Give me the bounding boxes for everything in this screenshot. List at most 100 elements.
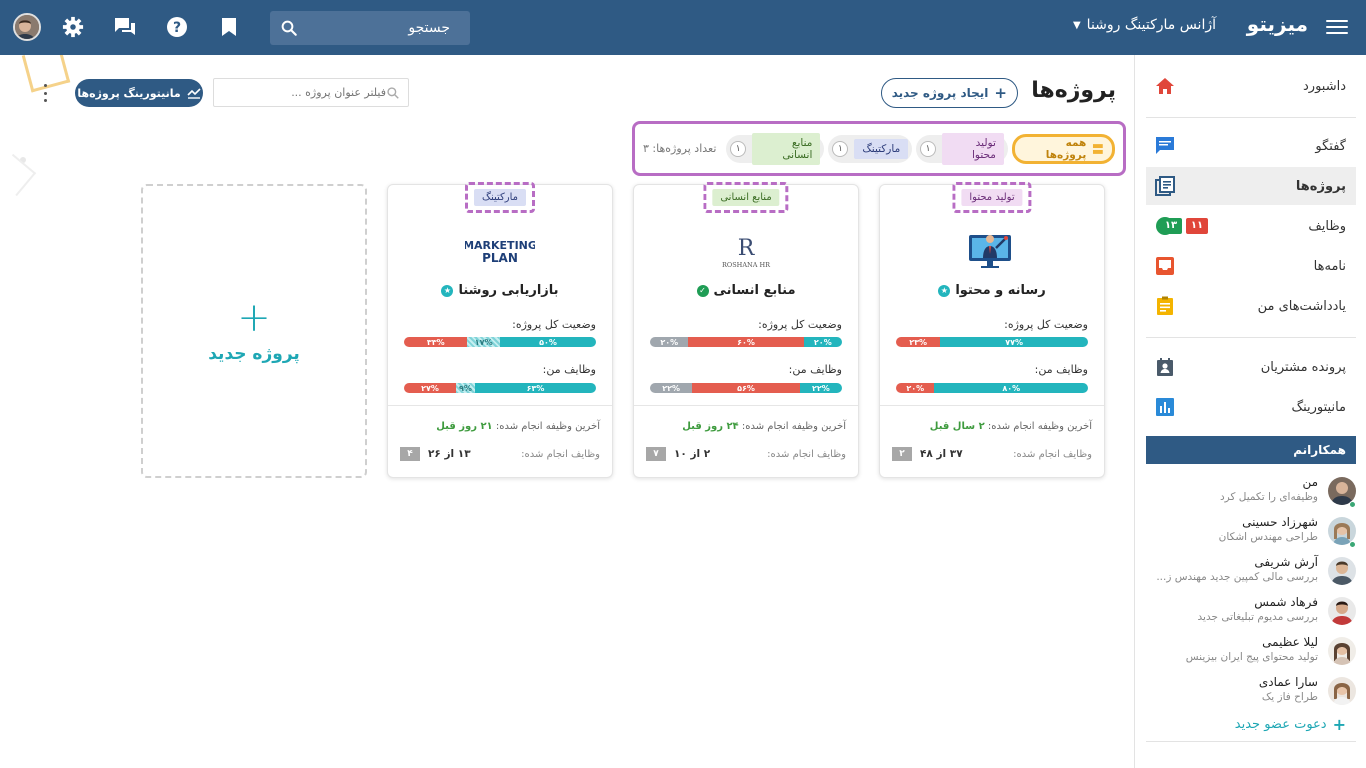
chip-label: همه پروژه‌ها	[1045, 136, 1087, 161]
avatar	[1328, 637, 1356, 665]
layers-icon	[1093, 143, 1104, 154]
contact-icon	[1154, 356, 1176, 378]
done-tasks-label: وظایف انجام شده:	[1013, 448, 1092, 460]
card-footer: وظایف انجام شده: ۲ از ۱۰ ۷	[646, 447, 846, 461]
colleague-name: من	[1302, 475, 1318, 489]
project-logo: MARKETING PLAN	[465, 229, 535, 273]
progress-segment: ۳۳%	[404, 337, 468, 347]
divider	[1146, 117, 1356, 118]
project-name: بازاریابی روشنا	[458, 283, 559, 298]
sidebar-item-label: گفتگو	[1315, 138, 1346, 154]
project-card[interactable]: مارکتینگ MARKETING PLAN بازاریابی روشنا …	[387, 182, 613, 478]
last-task: آخرین وظیفه انجام شده: ۲۱ روز قبل	[436, 421, 600, 432]
chart-line-icon	[187, 88, 201, 99]
new-project-card-label: پروژه جدید	[208, 344, 300, 364]
divider	[880, 405, 1104, 406]
chip-human-resources[interactable]: منابع انسانی ۱	[726, 132, 825, 165]
progress-segment: ۱۷%	[467, 337, 500, 347]
project-number: ۷	[646, 447, 666, 461]
chip-content-production[interactable]: تولید محتوا ۱	[916, 132, 1008, 165]
project-card[interactable]: تولید محتوا رسانه و محتوا ★ وضعیت کل پرو…	[879, 182, 1105, 478]
menu-icon[interactable]	[1326, 16, 1348, 38]
progress-segment: ۲۲%	[799, 383, 842, 393]
colleague-name: سارا عمادی	[1258, 675, 1318, 689]
logo-text: PLAN	[482, 251, 518, 265]
project-card[interactable]: منابع انسانی R ROSHANA HR منابع انسانی ✓…	[633, 182, 859, 478]
project-filter-input[interactable]	[222, 86, 386, 99]
last-task: آخرین وظیفه انجام شده: ۲ سال قبل	[930, 421, 1092, 432]
chip-marketing[interactable]: مارکتینگ ۱	[828, 134, 913, 163]
sidebar: داشبورد گفتگو پروژه‌ها وظایف ۱۱ ۱۳ نامه‌…	[1134, 55, 1366, 768]
help-icon[interactable]: ?	[164, 14, 190, 40]
category-label: منابع انسانی	[712, 189, 780, 206]
top-bar: میزیتو آژانس مارکتینگ روشنا ▼ جستجو ?	[0, 0, 1366, 55]
user-avatar[interactable]	[13, 13, 41, 41]
chip-count: ۱	[730, 140, 746, 157]
sidebar-item-label: مانیتورینگ	[1291, 399, 1346, 415]
colleague-item[interactable]: فرهاد شمس بررسی مدیوم تبلیغاتی جدید	[1146, 593, 1356, 633]
invite-member-link[interactable]: + دعوت عضو جدید	[1235, 715, 1346, 734]
colleague-activity: تولید محتوای پیج ایران بیزینس	[1185, 651, 1318, 663]
project-status-bar: ۲۰% ۶۰% ۲۰%	[650, 337, 842, 347]
colleague-activity: طراحی مهندس اشکان	[1218, 531, 1318, 543]
brand-logo[interactable]: میزیتو	[1247, 12, 1308, 36]
sidebar-item-chat[interactable]: گفتگو	[1146, 127, 1356, 165]
project-logo	[957, 229, 1027, 273]
card-footer: وظایف انجام شده: ۳۷ از ۴۸ ۲	[892, 447, 1092, 461]
colleague-item[interactable]: لیلا عظیمی تولید محتوای پیج ایران بیزینس	[1146, 633, 1356, 673]
progress-segment: ۶۰%	[688, 337, 804, 347]
project-title: منابع انسانی ✓	[634, 283, 858, 298]
category-filter-bar: همه پروژه‌ها تولید محتوا ۱ مارکتینگ ۱ من…	[632, 121, 1126, 176]
progress-segment: ۸۰%	[934, 383, 1088, 393]
project-monitoring-label: مانیتورینگ پروژه‌ها	[77, 86, 181, 100]
sidebar-item-dashboard[interactable]: داشبورد	[1146, 67, 1356, 105]
category-tag: مارکتینگ	[465, 182, 535, 213]
sidebar-item-tasks[interactable]: وظایف ۱۱ ۱۳	[1146, 207, 1356, 245]
bookmark-icon[interactable]	[216, 14, 242, 40]
new-project-button[interactable]: + ایجاد پروژه جدید	[880, 78, 1018, 108]
project-filter[interactable]	[213, 78, 409, 107]
colleague-item[interactable]: شهرزاد حسینی طراحی مهندس اشکان	[1146, 513, 1356, 553]
new-project-label: ایجاد پروژه جدید	[891, 86, 989, 100]
sidebar-item-label: پروژه‌ها	[1295, 178, 1346, 194]
new-project-card[interactable]: + پروژه جدید	[141, 184, 367, 478]
plus-icon: +	[994, 84, 1007, 102]
plus-icon: +	[1332, 715, 1346, 734]
category-label: تولید محتوا	[961, 189, 1023, 206]
search-input[interactable]: جستجو	[298, 20, 450, 36]
decorative-shape	[0, 153, 37, 197]
colleague-item[interactable]: آرش شریفی بررسی مالی کمپین جدید مهندس ز.…	[1146, 553, 1356, 593]
sidebar-item-letters[interactable]: نامه‌ها	[1146, 247, 1356, 285]
workspace-name: آژانس مارکتینگ روشنا	[1086, 17, 1216, 33]
chart-icon	[1154, 396, 1176, 418]
sidebar-item-label: داشبورد	[1303, 78, 1346, 94]
sidebar-item-notes[interactable]: یادداشت‌های من	[1146, 287, 1356, 325]
chip-count: ۱	[920, 140, 936, 157]
sidebar-item-clients[interactable]: پرونده مشتریان	[1146, 348, 1356, 386]
colleague-name: آرش شریفی	[1254, 555, 1318, 569]
chip-label: منابع انسانی	[752, 132, 821, 165]
search-box[interactable]: جستجو	[270, 11, 470, 45]
progress-segment: ۷۷%	[940, 337, 1088, 347]
sidebar-item-projects[interactable]: پروژه‌ها	[1146, 167, 1356, 205]
chip-all-projects[interactable]: همه پروژه‌ها	[1011, 133, 1115, 164]
project-number: ۲	[892, 447, 912, 461]
gear-icon[interactable]	[60, 14, 86, 40]
messages-icon[interactable]	[112, 14, 138, 40]
last-task-label: آخرین وظیفه انجام شده:	[987, 421, 1092, 432]
colleague-activity: وظیفه‌ای را تکمیل کرد	[1219, 491, 1318, 503]
colleague-item[interactable]: من وظیفه‌ای را تکمیل کرد	[1146, 473, 1356, 513]
done-tasks-value: ۳۷ از ۴۸	[920, 448, 963, 460]
progress-segment: ۹%	[455, 383, 476, 393]
chip-label: تولید محتوا	[941, 132, 1004, 165]
more-options-icon[interactable]	[42, 84, 48, 102]
online-status-dot	[1349, 541, 1356, 548]
colleague-item[interactable]: سارا عمادی طراح فاز یک	[1146, 673, 1356, 713]
sidebar-item-monitoring[interactable]: مانیتورینگ	[1146, 388, 1356, 426]
progress-segment: ۵۰%	[500, 337, 596, 347]
project-monitoring-button[interactable]: مانیتورینگ پروژه‌ها	[75, 79, 203, 107]
category-label: مارکتینگ	[474, 189, 526, 206]
project-status-label: وضعیت کل پروژه:	[1004, 318, 1088, 331]
workspace-selector[interactable]: آژانس مارکتینگ روشنا ▼	[1073, 17, 1216, 33]
chat-icon	[1154, 135, 1176, 157]
